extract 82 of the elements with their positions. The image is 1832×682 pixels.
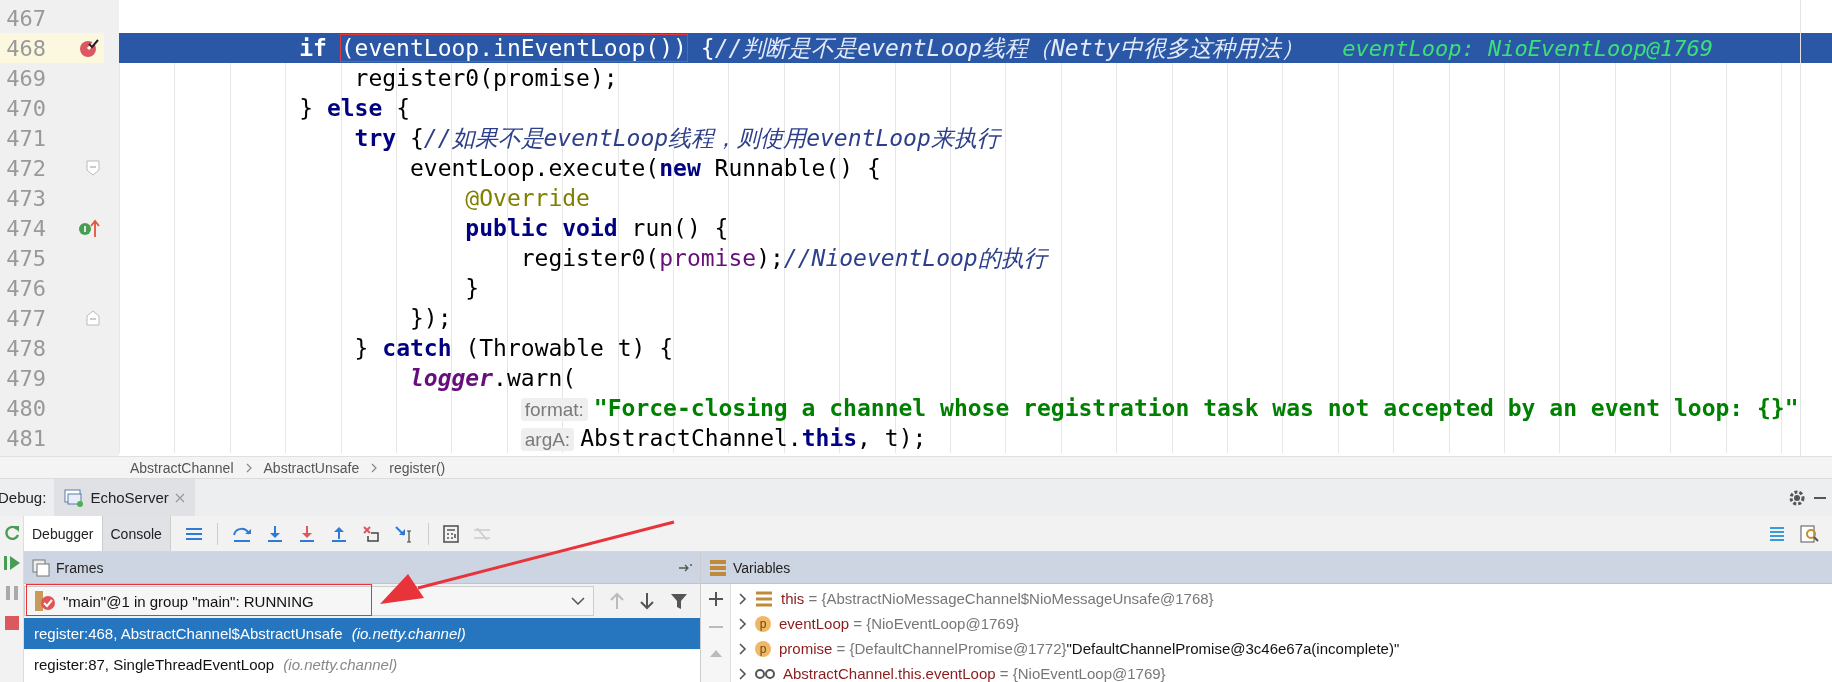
implementation-icon[interactable]	[78, 218, 100, 238]
line-number: 479	[5, 365, 46, 391]
variable-entry[interactable]: promise = {DefaultChannelPromise@1772}"DefaultChannelPromise@3c46e67a(incomplete)"	[779, 640, 1400, 657]
line-number: 481	[5, 425, 46, 451]
thread-icon	[33, 590, 57, 612]
line-number: 476	[5, 275, 46, 301]
code-line: }	[464, 275, 480, 301]
breakpoint-icon[interactable]	[78, 37, 100, 59]
step-out-icon[interactable]	[329, 524, 348, 543]
expand-icon[interactable]	[739, 667, 747, 680]
code-line: public void run() {	[464, 215, 729, 241]
expand-icon[interactable]	[739, 642, 747, 655]
caret-icon	[571, 597, 585, 605]
code-line: if (eventLoop.inEventLoop()) {//判断是不是eventLoop线程（Netty中很多这种用法）	[298, 33, 1305, 63]
inline-value: eventLoop: NioEventLoop@1769	[1342, 35, 1714, 61]
code-line: register0(promise);//NioeventLoop的执行	[519, 243, 1047, 273]
force-step-into-icon[interactable]	[297, 524, 316, 543]
variable-entry[interactable]: eventLoop = {NioEventLoop@1769}	[779, 615, 1020, 632]
breadcrumb-item[interactable]: AbstractChannel	[130, 459, 234, 476]
plus-icon[interactable]	[708, 592, 723, 606]
filter-icon[interactable]	[670, 592, 688, 610]
line-number: 468	[5, 35, 46, 61]
resume-icon[interactable]	[2, 554, 21, 572]
line-number: 469	[5, 65, 46, 91]
line-number: 475	[5, 245, 46, 271]
settings-icon[interactable]	[1788, 488, 1806, 507]
panel-tab[interactable]: Console	[102, 516, 171, 551]
code-line: format: "Force-closing a channel whose registration task was not accepted by an event loop: {}"	[133, 395, 1799, 421]
code-line: } catch (Throwable t) {	[353, 335, 674, 361]
code-line: logger.warn(	[408, 365, 577, 391]
variable-entry[interactable]: this = {AbstractNioMessageChannel$NioMessageUnsafe@1768}	[781, 590, 1214, 607]
calculator-icon[interactable]	[442, 524, 459, 543]
line-number: 467	[5, 5, 46, 31]
expand-icon[interactable]	[739, 592, 747, 605]
list-icon[interactable]	[1768, 524, 1786, 543]
stop-icon[interactable]	[2, 614, 21, 632]
chevron-icon	[245, 462, 252, 473]
code-line: eventLoop.execute(new Runnable() {	[408, 155, 881, 181]
line-number: 471	[5, 125, 46, 151]
breadcrumb-item[interactable]: AbstractUnsafe	[263, 459, 360, 476]
code-line: });	[408, 305, 452, 331]
debug-label: Debug:	[0, 489, 47, 506]
variables-icon	[709, 558, 727, 577]
line-number: 480	[5, 395, 46, 421]
parameter-icon: p	[755, 615, 771, 632]
panel-tab[interactable]: Debugger	[24, 516, 103, 551]
inspect-icon[interactable]	[1800, 524, 1820, 543]
down-arrow-icon[interactable]	[640, 592, 654, 610]
minimize-icon[interactable]	[1814, 495, 1826, 500]
chevron-icon	[371, 462, 378, 473]
expand-icon[interactable]	[739, 617, 747, 630]
object-icon	[755, 590, 773, 607]
line-number: 470	[5, 95, 46, 121]
window-icon	[64, 487, 85, 508]
parameter-icon: p	[755, 640, 771, 657]
glasses-icon	[755, 667, 775, 680]
stack-frame[interactable]: register:468, AbstractChannel$AbstractUnsafe (io.netty.channel)	[24, 618, 700, 649]
line-number: 474	[5, 215, 46, 241]
code-line: } else {	[298, 95, 410, 121]
run-to-cursor-icon[interactable]	[393, 524, 414, 543]
variables-header: Variables	[701, 552, 1832, 584]
drop-frame-icon[interactable]	[361, 524, 380, 543]
variable-entry[interactable]: AbstractChannel.this.eventLoop = {NioEventLoop@1769}	[783, 665, 1166, 682]
line-number: 477	[5, 305, 46, 331]
thread-dropdown[interactable]: "main"@1 in group "main": RUNNING	[24, 586, 594, 616]
code-line: @Override	[464, 185, 590, 211]
rerun-icon[interactable]	[2, 524, 21, 542]
code-line: argA: AbstractChannel.this, t);	[133, 425, 927, 451]
step-into-icon[interactable]	[265, 524, 284, 543]
stack-frame[interactable]: register:87, SingleThreadEventLoop (io.netty.channel)	[24, 649, 700, 680]
line-number: 473	[5, 185, 46, 211]
code-line: try {//如果不是eventLoop线程，则使用eventLoop来执行	[353, 123, 1000, 153]
close-icon[interactable]	[174, 492, 185, 503]
breadcrumb-item[interactable]: register()	[389, 459, 446, 476]
frames-header: Frames	[24, 552, 700, 584]
pin-icon[interactable]	[678, 562, 692, 573]
frames-icon	[32, 558, 50, 577]
line-number: 478	[5, 335, 46, 361]
menu-icon[interactable]	[184, 526, 203, 541]
session-tab[interactable]: EchoServer	[54, 479, 195, 516]
code-line: register0(promise);	[353, 65, 618, 91]
line-number: 472	[5, 155, 46, 181]
